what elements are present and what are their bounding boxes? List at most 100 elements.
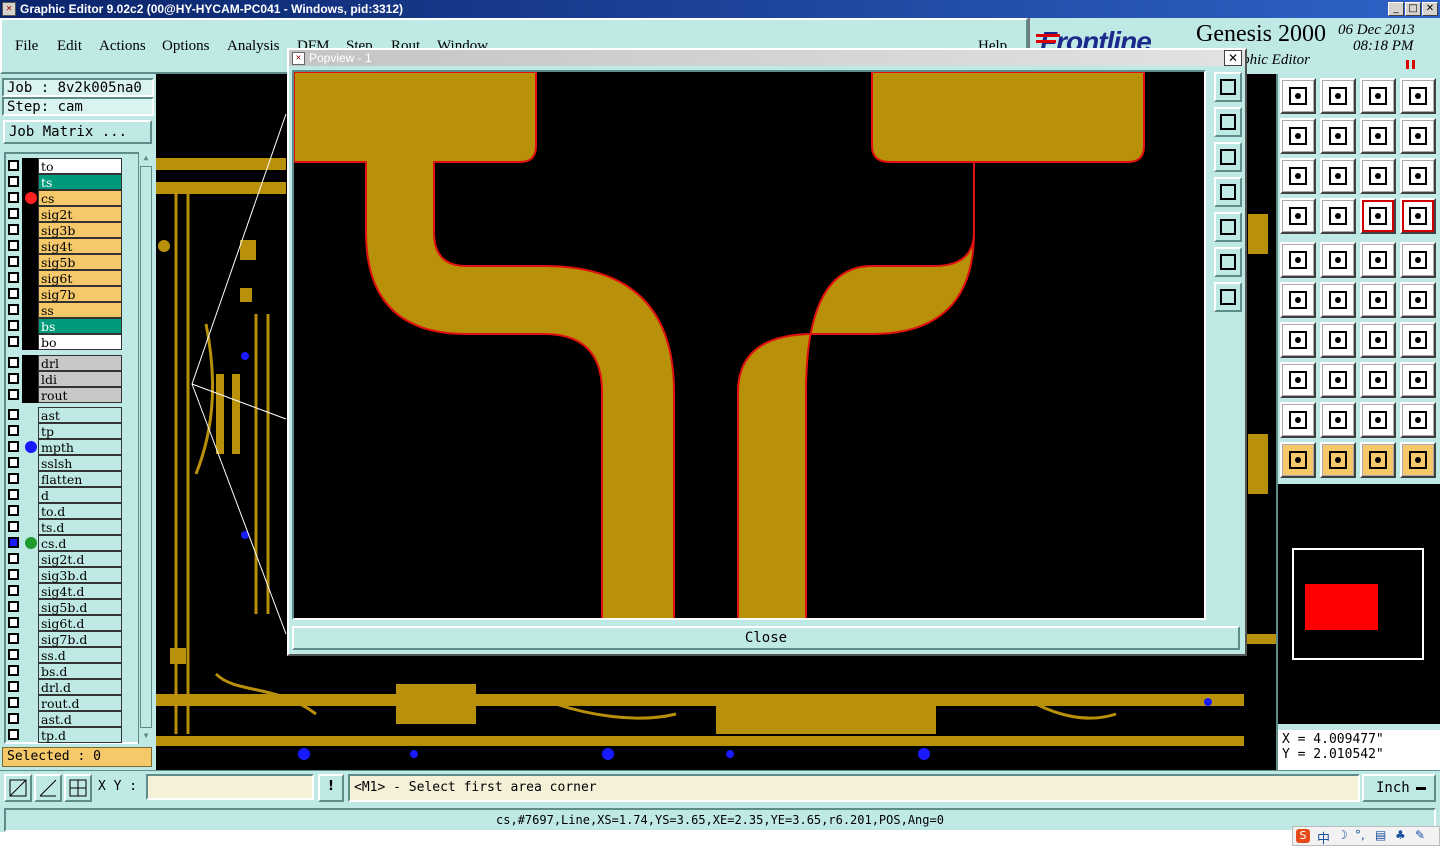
layer-row-ss[interactable]: ss — [6, 302, 122, 318]
ime-keyboard-icon[interactable]: ▤ — [1375, 828, 1386, 842]
popview-right-icon[interactable] — [1214, 212, 1242, 242]
layer-row-sig7b[interactable]: sig7b — [6, 286, 122, 302]
circle-icon[interactable] — [1400, 242, 1436, 278]
split-icon[interactable] — [1400, 78, 1436, 114]
layer-row-ss-d[interactable]: ss.d — [6, 647, 122, 663]
scroll-up-icon[interactable]: ▲ — [140, 152, 152, 164]
popview-up-icon[interactable] — [1214, 107, 1242, 137]
layer-row-drl-d[interactable]: drl.d — [6, 679, 122, 695]
select-path-icon[interactable] — [1400, 442, 1436, 478]
layer-checkbox[interactable] — [8, 160, 19, 171]
layer-row-ast-d[interactable]: ast.d — [6, 711, 122, 727]
layer-row-cs[interactable]: cs — [6, 190, 122, 206]
layer-name[interactable]: sig5b — [38, 254, 122, 270]
edit-line-icon[interactable] — [1320, 322, 1356, 358]
layer-name[interactable]: tp.d — [38, 727, 122, 743]
layer-row-sig4t-d[interactable]: sig4t.d — [6, 583, 122, 599]
layer-checkbox[interactable] — [8, 425, 19, 436]
ime-moon-icon[interactable]: ☽ — [1337, 828, 1348, 842]
overview-map[interactable] — [1278, 484, 1440, 724]
arc-icon[interactable] — [1360, 322, 1396, 358]
layer-checkbox[interactable] — [8, 208, 19, 219]
layer-name[interactable]: ast.d — [38, 711, 122, 727]
ime-mode-icon[interactable]: 中 — [1317, 828, 1330, 847]
layer-name[interactable]: sig2t — [38, 206, 122, 222]
layer-row-sig3b[interactable]: sig3b — [6, 222, 122, 238]
layer-checkbox[interactable] — [8, 272, 19, 283]
help-icon[interactable] — [1400, 158, 1436, 194]
layer-row-cs-d[interactable]: cs.d — [6, 535, 122, 551]
layer-name[interactable]: ast — [38, 407, 122, 423]
layer-checkbox[interactable] — [8, 681, 19, 692]
layer-row-ldi[interactable]: ldi — [6, 371, 122, 387]
popview-zoomout-icon[interactable] — [1214, 282, 1242, 312]
layer-down-icon[interactable] — [1320, 78, 1356, 114]
layer-name[interactable]: to.d — [38, 503, 122, 519]
layer-row-bo[interactable]: bo — [6, 334, 122, 350]
net-icon[interactable] — [1280, 282, 1316, 318]
layer-checkbox[interactable] — [8, 489, 19, 500]
layer-checkbox[interactable] — [8, 409, 19, 420]
layer-name[interactable]: bs.d — [38, 663, 122, 679]
popview-close-icon[interactable]: ✕ — [1224, 50, 1242, 66]
layer-row-rout[interactable]: rout — [6, 387, 122, 403]
overview-viewport[interactable] — [1305, 584, 1378, 630]
layer-name[interactable]: sig6t.d — [38, 615, 122, 631]
layer-checkbox[interactable] — [8, 553, 19, 564]
layer-name[interactable]: cs — [38, 190, 122, 206]
ime-punct-icon[interactable]: °, — [1355, 828, 1365, 842]
layer-checkbox[interactable] — [8, 192, 19, 203]
menu-file[interactable]: File — [15, 38, 38, 55]
layer-row-mpth[interactable]: mpth — [6, 439, 122, 455]
layer-checkbox[interactable] — [8, 713, 19, 724]
layer-row-sig7b-d[interactable]: sig7b.d — [6, 631, 122, 647]
scale-icon[interactable] — [1360, 158, 1396, 194]
layer-scrollbar[interactable]: ▲ ▼ — [138, 152, 152, 744]
layer-row-rout-d[interactable]: rout.d — [6, 695, 122, 711]
split-line-icon[interactable] — [1400, 322, 1436, 358]
layer-name[interactable]: d — [38, 487, 122, 503]
layer-row-sig2t-d[interactable]: sig2t.d — [6, 551, 122, 567]
poly-icon[interactable] — [1280, 402, 1316, 438]
tools-icon[interactable] — [1280, 198, 1316, 234]
copy-icon[interactable] — [1400, 282, 1436, 318]
highlight-alt-icon[interactable] — [1400, 198, 1436, 234]
resize-icon[interactable] — [1280, 362, 1316, 398]
layer-row-sig2t[interactable]: sig2t — [6, 206, 122, 222]
job-matrix-button[interactable]: Job Matrix ... — [3, 120, 152, 144]
measure-icon[interactable] — [1360, 362, 1396, 398]
close-window-button[interactable]: ✕ — [1422, 2, 1438, 16]
scroll-down-icon[interactable]: ▼ — [140, 730, 152, 742]
layer-checkbox[interactable] — [8, 569, 19, 580]
layer-checkbox[interactable] — [8, 505, 19, 516]
layer-row-d[interactable]: d — [6, 487, 122, 503]
layer-name[interactable]: flatten — [38, 471, 122, 487]
layer-row-ast[interactable]: ast — [6, 407, 122, 423]
layer-row-tp[interactable]: tp — [6, 423, 122, 439]
center-icon[interactable] — [1320, 158, 1356, 194]
layer-checkbox[interactable] — [8, 473, 19, 484]
layer-name[interactable]: drl — [38, 355, 122, 371]
xy-input[interactable] — [146, 774, 314, 800]
layer-name[interactable]: sig3b.d — [38, 567, 122, 583]
layer-name[interactable]: ts.d — [38, 519, 122, 535]
layer-checkbox[interactable] — [8, 441, 19, 452]
trim-icon[interactable] — [1320, 362, 1356, 398]
add-pad-icon[interactable] — [1280, 242, 1316, 278]
layer-name[interactable]: drl.d — [38, 679, 122, 695]
delete-icon[interactable] — [1320, 282, 1356, 318]
layer-row-sig6t-d[interactable]: sig6t.d — [6, 615, 122, 631]
popview-zoomin-icon[interactable] — [1214, 247, 1242, 277]
undo-zoom-icon[interactable] — [1360, 118, 1396, 154]
layer-row-sig5b-d[interactable]: sig5b.d — [6, 599, 122, 615]
layer-name[interactable]: bo — [38, 334, 122, 350]
ime-toolbar[interactable]: S 中 ☽ °, ▤ ♣ ✎ — [1292, 826, 1440, 847]
layer-name[interactable]: to — [38, 158, 122, 174]
fit-icon[interactable] — [1280, 158, 1316, 194]
highlight-icon[interactable] — [1360, 198, 1396, 234]
layer-checkbox[interactable] — [8, 176, 19, 187]
layer-name[interactable]: ldi — [38, 371, 122, 387]
layer-name[interactable]: mpth — [38, 439, 122, 455]
layer-name[interactable]: ss.d — [38, 647, 122, 663]
layer-name[interactable]: sslsh — [38, 455, 122, 471]
